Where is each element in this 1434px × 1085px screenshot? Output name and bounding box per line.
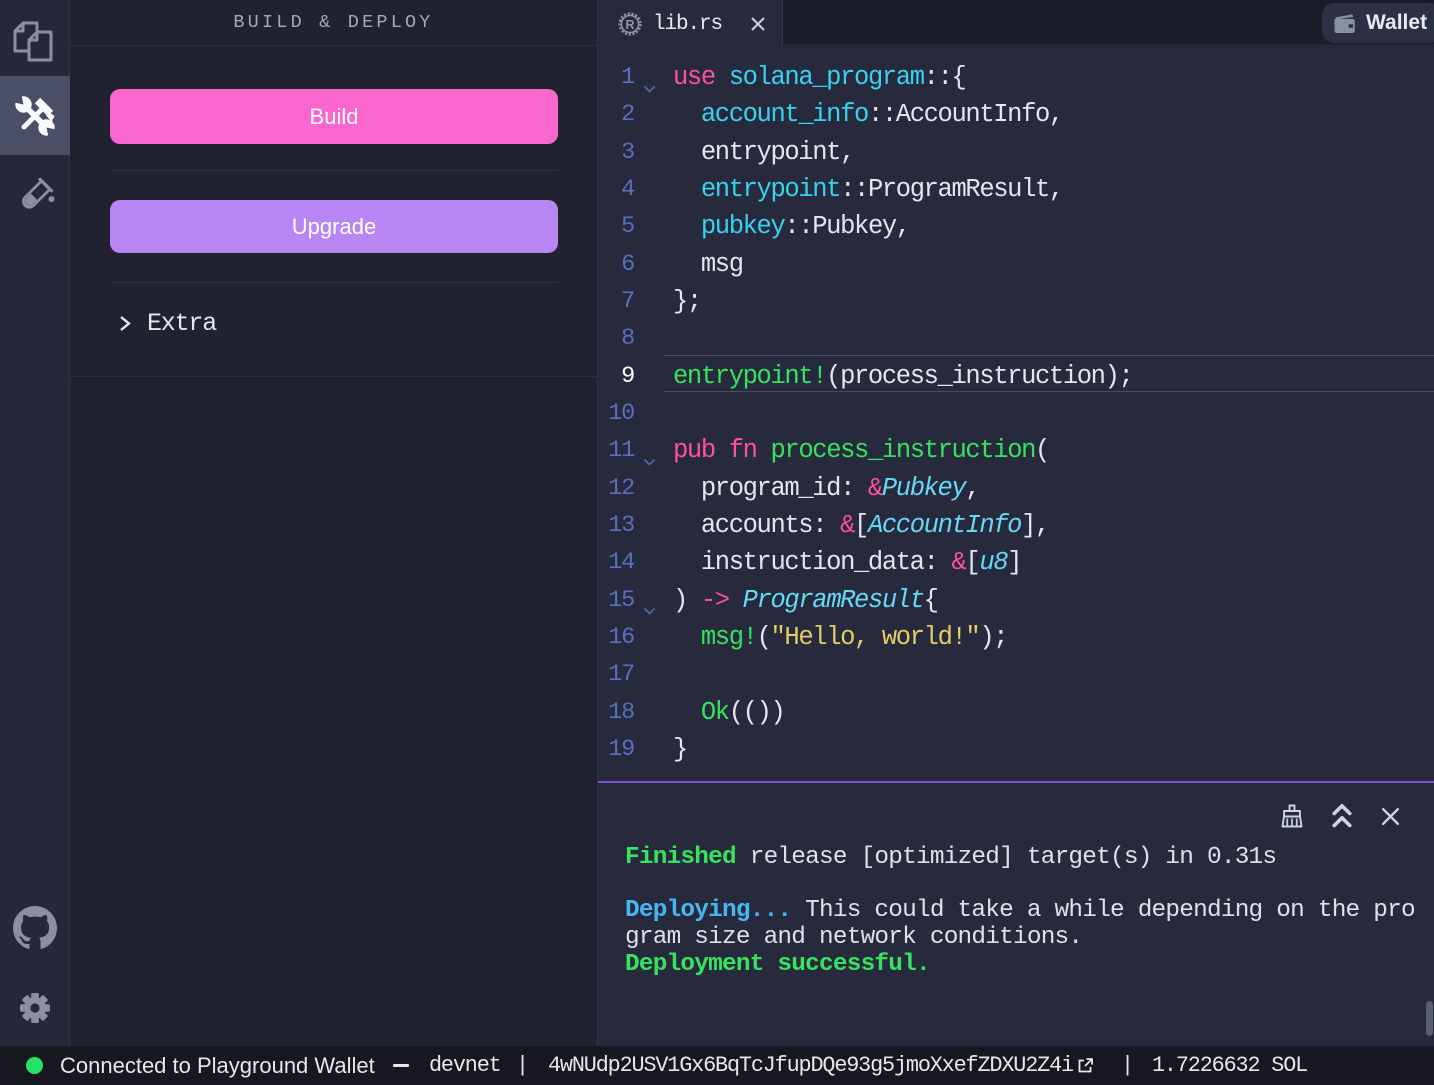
svg-text:R: R bbox=[625, 18, 634, 32]
